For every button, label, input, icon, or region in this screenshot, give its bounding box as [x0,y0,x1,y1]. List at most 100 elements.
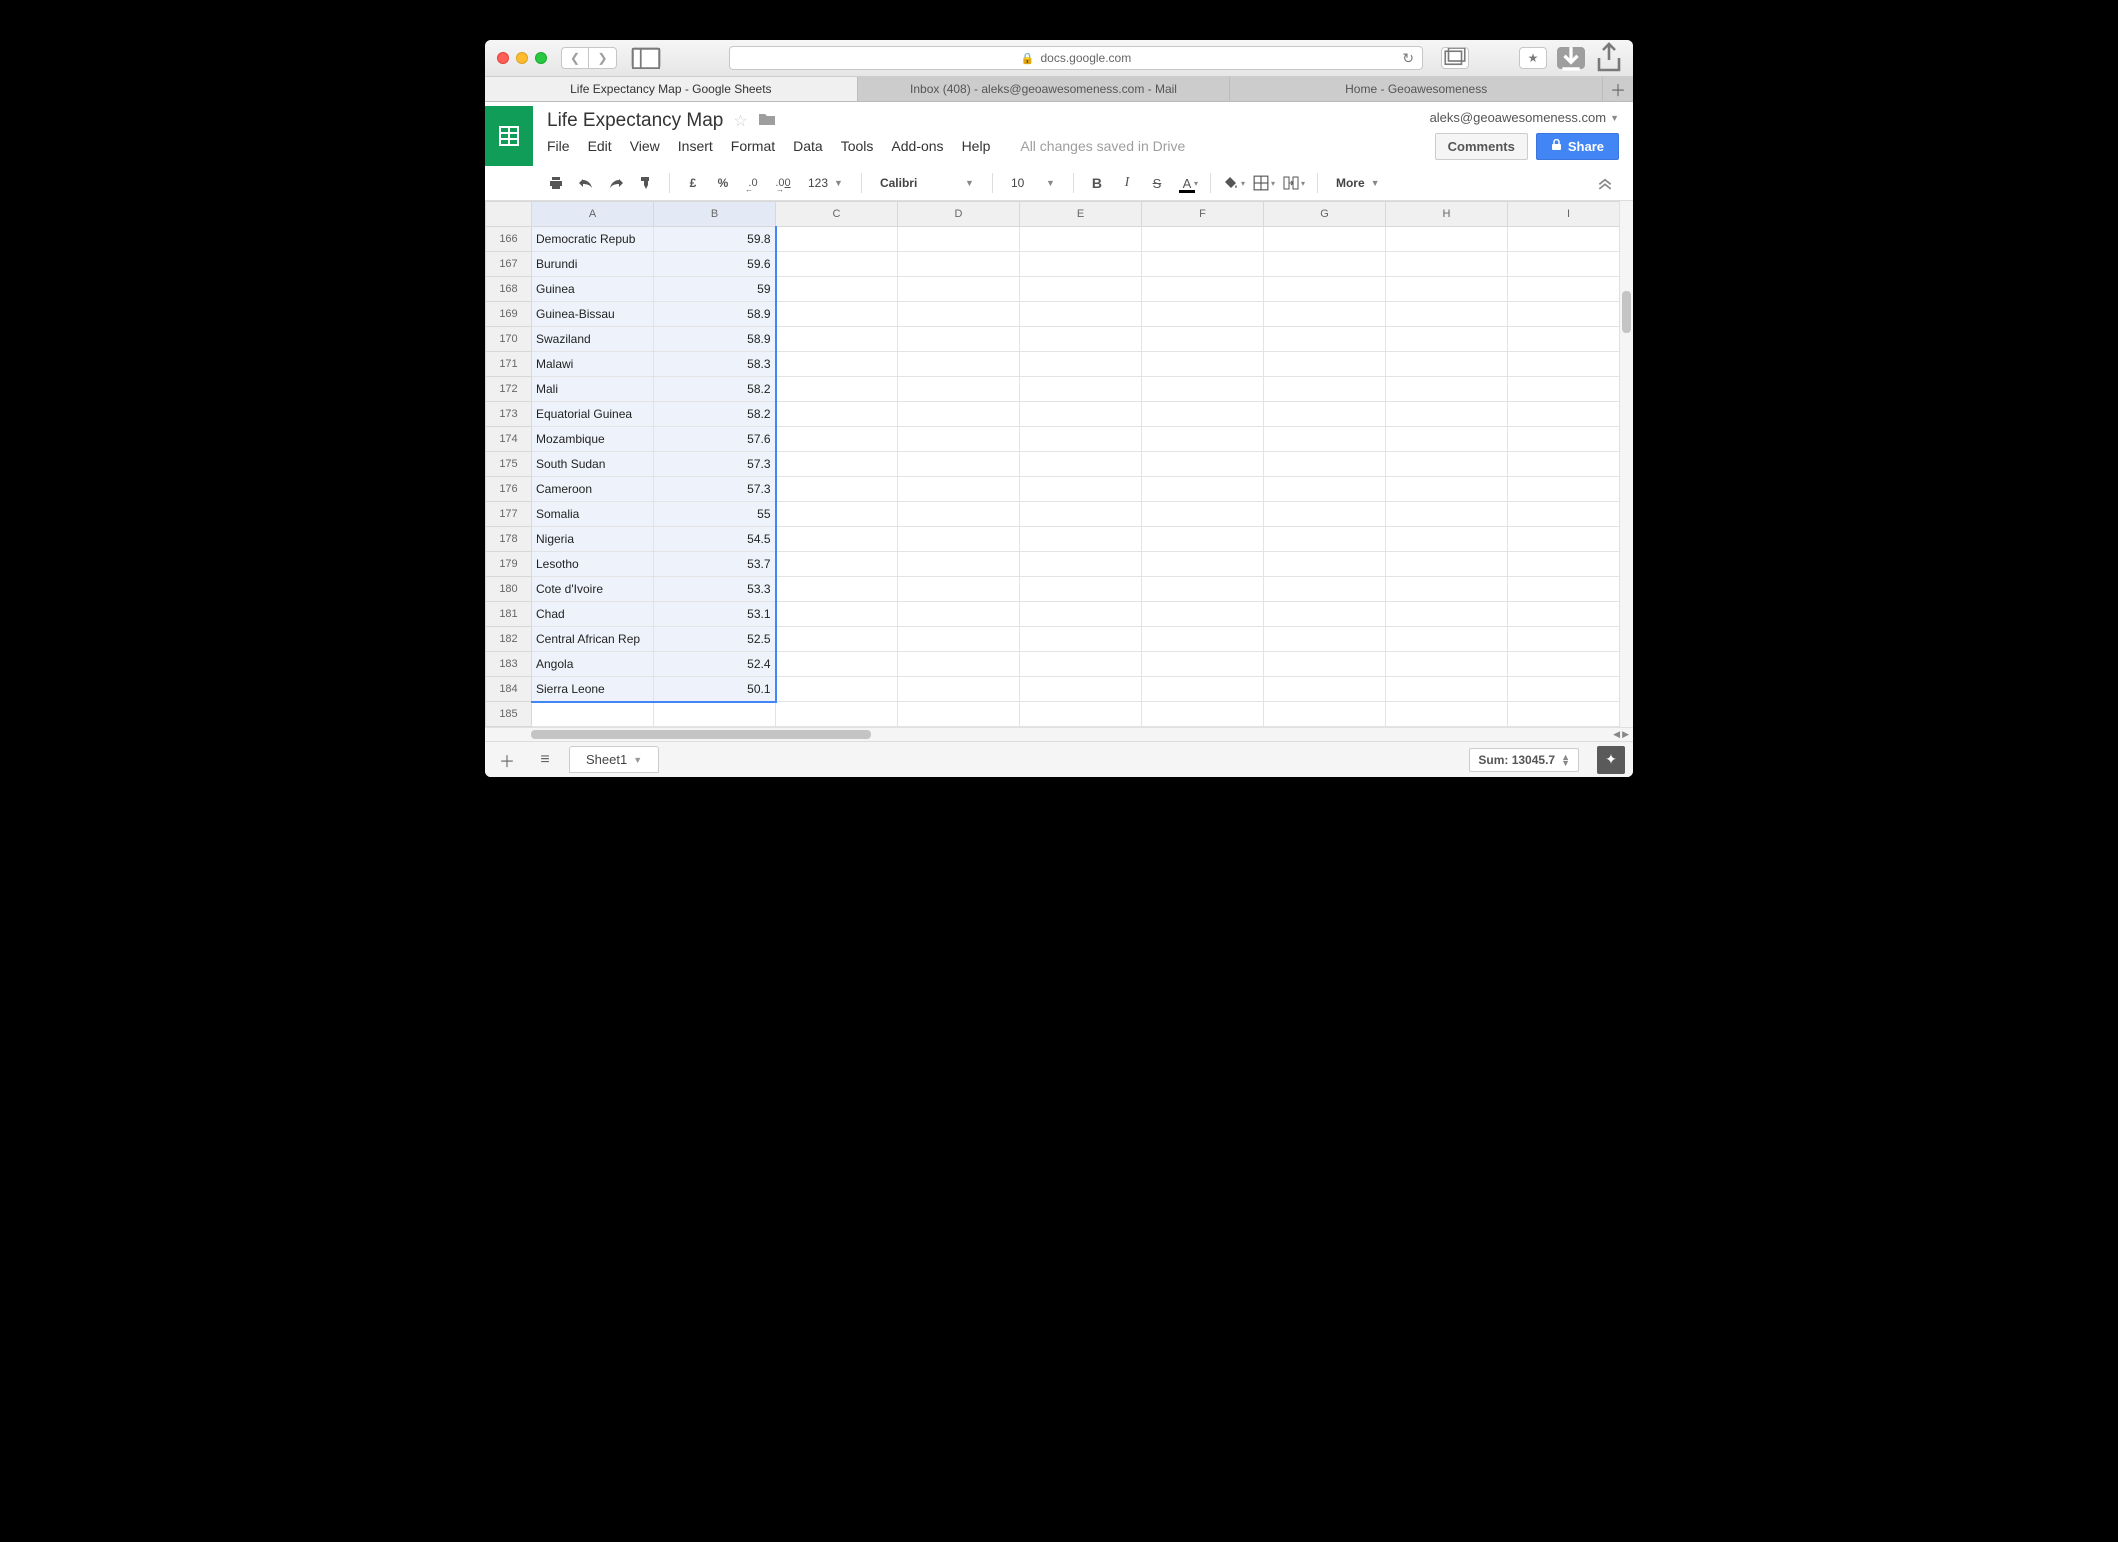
cell[interactable] [898,227,1020,252]
cell[interactable] [1264,427,1386,452]
column-header-B[interactable]: B [654,202,776,227]
cell[interactable] [1142,302,1264,327]
cell[interactable] [898,552,1020,577]
cell[interactable] [1142,552,1264,577]
cell[interactable] [1142,702,1264,727]
cell[interactable] [1264,327,1386,352]
column-header-E[interactable]: E [1020,202,1142,227]
cell[interactable] [1264,527,1386,552]
back-button[interactable]: ❮ [561,47,589,69]
cell[interactable] [1508,702,1620,727]
cell[interactable]: 58.2 [654,377,776,402]
column-header-G[interactable]: G [1264,202,1386,227]
cell[interactable]: 54.5 [654,527,776,552]
font-family-select[interactable]: Calibri▼ [872,170,982,196]
row-header[interactable]: 169 [486,302,532,327]
cell[interactable]: Nigeria [532,527,654,552]
cell[interactable] [1020,502,1142,527]
row-header[interactable]: 182 [486,627,532,652]
cell[interactable] [1386,377,1508,402]
cell[interactable]: Burundi [532,252,654,277]
cell[interactable] [776,352,898,377]
cell[interactable] [1142,427,1264,452]
cell[interactable]: Guinea [532,277,654,302]
sheet-tab[interactable]: Sheet1 ▼ [569,746,659,773]
cell[interactable] [898,502,1020,527]
cell[interactable] [1264,502,1386,527]
row-header[interactable]: 185 [486,702,532,727]
print-icon[interactable] [543,170,569,196]
folder-icon[interactable] [758,112,776,131]
cell[interactable]: Chad [532,602,654,627]
cell[interactable] [1020,327,1142,352]
cell[interactable]: Somalia [532,502,654,527]
row-header[interactable]: 172 [486,377,532,402]
cell[interactable]: 53.7 [654,552,776,577]
cell[interactable] [1020,677,1142,702]
cell[interactable]: South Sudan [532,452,654,477]
cell[interactable] [898,677,1020,702]
cell[interactable] [1020,652,1142,677]
cell[interactable] [776,627,898,652]
cell[interactable] [1386,302,1508,327]
cell[interactable] [776,302,898,327]
row-header[interactable]: 179 [486,552,532,577]
row-header[interactable]: 166 [486,227,532,252]
cell[interactable] [1020,527,1142,552]
forward-button[interactable]: ❯ [589,47,617,69]
cell[interactable] [776,227,898,252]
cell[interactable] [1386,577,1508,602]
cell[interactable] [1142,502,1264,527]
cell[interactable] [1386,677,1508,702]
row-header[interactable]: 174 [486,427,532,452]
cell[interactable]: 53.1 [654,602,776,627]
cell[interactable] [1264,377,1386,402]
cell[interactable] [776,252,898,277]
cell[interactable] [1386,252,1508,277]
cell[interactable] [1142,652,1264,677]
borders-button[interactable]: ▾ [1251,170,1277,196]
cell[interactable] [1386,227,1508,252]
cell[interactable] [1142,527,1264,552]
cell[interactable] [776,702,898,727]
cell[interactable] [1508,677,1620,702]
cell[interactable] [1386,352,1508,377]
cell[interactable]: Mozambique [532,427,654,452]
menu-help[interactable]: Help [962,138,991,154]
cell[interactable] [1264,277,1386,302]
cell[interactable]: Cameroon [532,477,654,502]
menu-format[interactable]: Format [731,138,775,154]
cell[interactable] [1020,552,1142,577]
cell[interactable] [1264,702,1386,727]
more-button[interactable]: More▼ [1328,170,1388,196]
row-header[interactable]: 175 [486,452,532,477]
cell[interactable] [1508,352,1620,377]
cell[interactable] [1386,427,1508,452]
cell[interactable] [1264,452,1386,477]
cell[interactable] [898,602,1020,627]
menu-tools[interactable]: Tools [841,138,874,154]
column-header-F[interactable]: F [1142,202,1264,227]
cell[interactable] [776,277,898,302]
redo-icon[interactable] [603,170,629,196]
cell[interactable] [898,527,1020,552]
cell[interactable]: Malawi [532,352,654,377]
font-size-select[interactable]: 10▼ [1003,170,1063,196]
cell[interactable] [776,427,898,452]
cell[interactable] [898,252,1020,277]
cell[interactable] [1142,452,1264,477]
cell[interactable]: 58.9 [654,327,776,352]
cell[interactable] [1020,377,1142,402]
column-header-D[interactable]: D [898,202,1020,227]
browser-tab-0[interactable]: Life Expectancy Map - Google Sheets [485,77,858,101]
row-header[interactable]: 167 [486,252,532,277]
cell[interactable]: 59 [654,277,776,302]
bold-button[interactable]: B [1084,170,1110,196]
scrollbar-thumb[interactable] [1622,291,1631,333]
cell[interactable] [1508,627,1620,652]
cell[interactable] [1264,402,1386,427]
cell[interactable]: 52.5 [654,627,776,652]
cell[interactable] [1264,627,1386,652]
cell[interactable]: 58.3 [654,352,776,377]
explore-button[interactable]: ✦ [1597,746,1625,774]
